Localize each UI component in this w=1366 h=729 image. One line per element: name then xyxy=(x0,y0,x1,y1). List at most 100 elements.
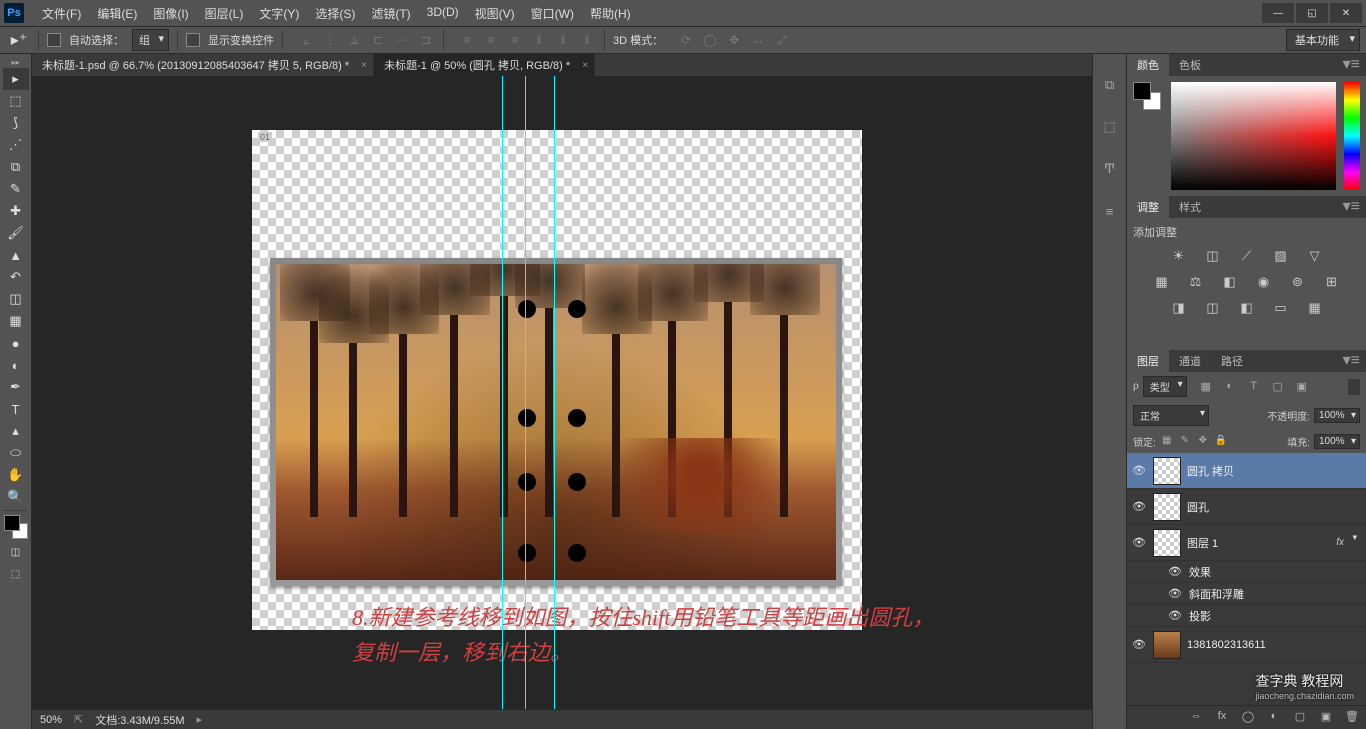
invert-icon[interactable]: ◨ xyxy=(1169,300,1189,318)
lasso-tool[interactable]: ⟆ xyxy=(3,112,29,134)
align-right-icon[interactable]: ⊐ xyxy=(417,31,435,49)
align-top-icon[interactable]: ⫠ xyxy=(297,31,315,49)
healing-tool[interactable]: ✚ xyxy=(3,200,29,222)
new-layer-icon[interactable]: ▣ xyxy=(1318,710,1334,726)
layer-effect[interactable]: 👁斜面和浮雕 xyxy=(1127,583,1366,605)
gradientmap-icon[interactable]: ▭ xyxy=(1271,300,1291,318)
layer-thumbnail[interactable] xyxy=(1153,493,1181,521)
dist-hcenter-icon[interactable]: ‖ xyxy=(554,31,572,49)
exposure-icon[interactable]: ▨ xyxy=(1271,248,1291,266)
brush-tool[interactable]: 🖌 xyxy=(3,222,29,244)
filter-adjust-icon[interactable]: ◐ xyxy=(1221,380,1239,394)
layer-effect[interactable]: 👁效果 xyxy=(1127,561,1366,583)
levels-icon[interactable]: ◫ xyxy=(1203,248,1223,266)
adjust-panel-tab[interactable]: 调整 xyxy=(1127,196,1169,218)
color-field[interactable] xyxy=(1171,82,1336,190)
filter-pixel-icon[interactable]: ▦ xyxy=(1197,380,1215,394)
marquee-tool[interactable]: ⬚ xyxy=(3,90,29,112)
fx-badge[interactable]: fx xyxy=(1336,537,1344,548)
menu-item[interactable]: 滤镜(T) xyxy=(363,1,418,26)
layer-mask-icon[interactable]: ◯ xyxy=(1240,710,1256,726)
lock-all-icon[interactable]: 🔒 xyxy=(1214,435,1228,449)
blend-mode-dropdown[interactable]: 正常 xyxy=(1133,405,1209,426)
filter-type-icon[interactable]: T xyxy=(1245,380,1263,394)
guide-line-1[interactable] xyxy=(502,76,503,709)
menu-item[interactable]: 文字(Y) xyxy=(251,1,307,26)
menu-item[interactable]: 图像(I) xyxy=(145,1,196,26)
dist-right-icon[interactable]: ‖ xyxy=(578,31,596,49)
doc-size[interactable]: 文档:3.43M/9.55M xyxy=(95,712,184,728)
lock-move-icon[interactable]: ✥ xyxy=(1196,435,1210,449)
zoom-level[interactable]: 50% xyxy=(40,714,62,726)
eraser-tool[interactable]: ◫ xyxy=(3,288,29,310)
curves-icon[interactable]: ⟋ xyxy=(1237,248,1257,266)
mixer-icon[interactable]: ⊚ xyxy=(1288,274,1308,292)
canvas-view[interactable]: 01 8.新建参考线移到如图，按住shift用铅笔工具等距画出圆孔， 复制一层，… xyxy=(32,76,1092,709)
type-tool[interactable]: T xyxy=(3,398,29,420)
align-bottom-icon[interactable]: ⫡ xyxy=(345,31,363,49)
layer-style-icon[interactable]: fx xyxy=(1214,710,1230,726)
align-vcenter-icon[interactable]: ⋮ xyxy=(321,31,339,49)
menu-item[interactable]: 帮助(H) xyxy=(582,1,639,26)
show-transform-checkbox[interactable] xyxy=(186,33,200,47)
visibility-toggle-icon[interactable]: 👁 xyxy=(1167,608,1183,624)
pen-tool[interactable]: ✒ xyxy=(3,376,29,398)
bw-icon[interactable]: ◧ xyxy=(1220,274,1240,292)
path-select-tool[interactable]: ▴ xyxy=(3,420,29,442)
visibility-toggle-icon[interactable]: 👁 xyxy=(1131,637,1147,653)
3d-slide-icon[interactable]: ↔ xyxy=(749,31,767,49)
3d-scale-icon[interactable]: ⤢ xyxy=(773,31,791,49)
filter-shape-icon[interactable]: ▢ xyxy=(1269,380,1287,394)
menu-item[interactable]: 视图(V) xyxy=(467,1,523,26)
3d-rotate-icon[interactable]: ⟳ xyxy=(677,31,695,49)
align-left-icon[interactable]: ⊏ xyxy=(369,31,387,49)
layers-panel-tab[interactable]: 图层 xyxy=(1127,350,1169,372)
blur-tool[interactable]: ● xyxy=(3,332,29,354)
threshold-icon[interactable]: ◧ xyxy=(1237,300,1257,318)
selective-icon[interactable]: ▦ xyxy=(1305,300,1325,318)
visibility-toggle-icon[interactable]: 👁 xyxy=(1131,463,1147,479)
paragraph-panel-icon[interactable]: ≡ xyxy=(1099,200,1121,222)
dodge-tool[interactable]: ◐ xyxy=(3,354,29,376)
gradient-tool[interactable]: ▦ xyxy=(3,310,29,332)
fill-input[interactable]: 100% xyxy=(1314,434,1360,449)
move-tool[interactable]: ▸ xyxy=(3,68,29,90)
panel-menu-icon[interactable]: ▾≡ xyxy=(1337,350,1366,372)
guide-line-2[interactable] xyxy=(525,76,526,709)
panel-menu-icon[interactable]: ▾≡ xyxy=(1337,54,1366,76)
menu-item[interactable]: 选择(S) xyxy=(307,1,363,26)
visibility-toggle-icon[interactable]: 👁 xyxy=(1131,535,1147,551)
shape-tool[interactable]: ⬭ xyxy=(3,442,29,464)
export-icon[interactable]: ⇱ xyxy=(74,713,83,726)
fg-chip[interactable] xyxy=(1133,82,1151,100)
visibility-toggle-icon[interactable]: 👁 xyxy=(1167,586,1183,602)
posterize-icon[interactable]: ◫ xyxy=(1203,300,1223,318)
close-tab-icon[interactable]: × xyxy=(582,60,588,71)
layer-filter-dropdown[interactable]: 类型 xyxy=(1143,376,1187,397)
window-close[interactable]: ✕ xyxy=(1330,3,1362,23)
panel-menu-icon[interactable]: ▾≡ xyxy=(1337,196,1366,218)
stamp-tool[interactable]: ▲ xyxy=(3,244,29,266)
layer-effect[interactable]: 👁投影 xyxy=(1127,605,1366,627)
quick-mask-toggle[interactable]: ◫ xyxy=(5,543,27,561)
menu-item[interactable]: 文件(F) xyxy=(34,1,89,26)
menu-item[interactable]: 编辑(E) xyxy=(89,1,145,26)
properties-panel-icon[interactable]: ⬚ xyxy=(1099,116,1121,138)
layers-panel-tab[interactable]: 通道 xyxy=(1169,350,1211,372)
group-icon[interactable]: ▢ xyxy=(1292,710,1308,726)
guide-line-3[interactable] xyxy=(554,76,555,709)
character-panel-icon[interactable]: Ͳ xyxy=(1099,158,1121,180)
brightness-icon[interactable]: ☀ xyxy=(1169,248,1189,266)
photofilter-icon[interactable]: ◉ xyxy=(1254,274,1274,292)
visibility-toggle-icon[interactable]: 👁 xyxy=(1167,564,1183,580)
foreground-color-swatch[interactable] xyxy=(4,515,20,531)
color-swatches[interactable] xyxy=(0,513,31,541)
hue-icon[interactable]: ▦ xyxy=(1152,274,1172,292)
lock-position-icon[interactable]: ✎ xyxy=(1178,435,1192,449)
delete-layer-icon[interactable]: 🗑 xyxy=(1344,710,1360,726)
screen-mode-toggle[interactable]: ⬚ xyxy=(5,565,27,583)
crop-tool[interactable]: ⧉ xyxy=(3,156,29,178)
filter-switch[interactable] xyxy=(1348,379,1360,395)
dist-bottom-icon[interactable]: ≡ xyxy=(506,31,524,49)
dist-left-icon[interactable]: ‖ xyxy=(530,31,548,49)
